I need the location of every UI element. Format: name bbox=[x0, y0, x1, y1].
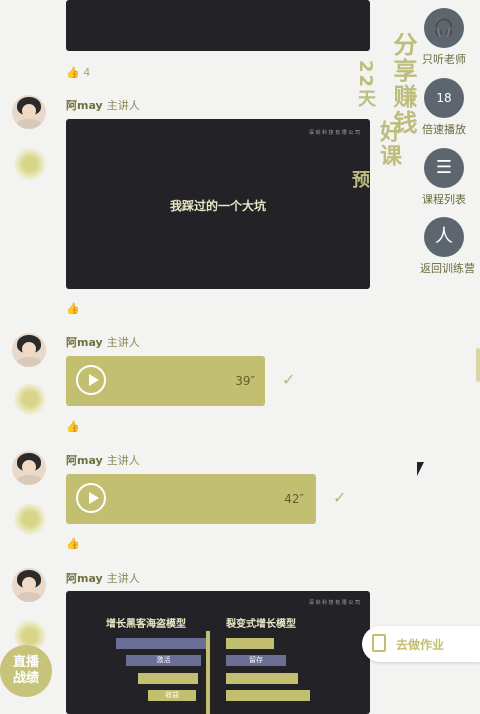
avatar-decoration bbox=[14, 148, 46, 180]
top-image-card[interactable] bbox=[66, 0, 370, 51]
calendar-speed-icon: 18 bbox=[424, 78, 464, 118]
avatar-decoration bbox=[14, 503, 46, 535]
audio-duration: 42″ bbox=[284, 492, 304, 506]
funnel-left-step bbox=[138, 673, 198, 684]
course-list-button[interactable]: ☰ 课程列表 bbox=[420, 148, 468, 207]
promo-overlay-text: 22天 bbox=[355, 60, 376, 110]
played-check-icon: ✓ bbox=[333, 488, 347, 507]
speaker-name: 阿may 主讲人 bbox=[66, 454, 140, 467]
like-row-3[interactable]: 👍 bbox=[66, 420, 80, 433]
funnel-right-title: 裂变式增长模型 bbox=[226, 619, 296, 630]
speaker-name: 阿may 主讲人 bbox=[66, 336, 140, 349]
funnel-right-step bbox=[226, 638, 274, 649]
avatar[interactable] bbox=[12, 568, 46, 602]
played-check-icon: ✓ bbox=[282, 370, 296, 389]
playback-speed-button[interactable]: 18 倍速播放 bbox=[420, 78, 468, 137]
like-row-1[interactable]: 👍 4 bbox=[66, 66, 90, 79]
scroll-handle[interactable] bbox=[476, 348, 480, 382]
mouse-cursor-icon bbox=[417, 462, 424, 476]
return-camp-button[interactable]: 人 返回训练营 bbox=[420, 217, 475, 276]
thumb-up-icon: 👍 bbox=[66, 537, 80, 550]
card-brand: 深 圳 科 技 有 限 公 司 bbox=[308, 600, 360, 606]
headphones-icon: 🎧 bbox=[424, 8, 464, 48]
funnel-right-step bbox=[226, 690, 310, 701]
promo-overlay-text: 预 bbox=[349, 170, 370, 190]
play-icon[interactable] bbox=[76, 365, 106, 395]
do-homework-button[interactable]: 去做作业 bbox=[362, 626, 480, 662]
funnel-right-step: 留存 bbox=[226, 655, 286, 666]
funnel-left-title: 增长黑客海盗模型 bbox=[106, 619, 186, 630]
avatar[interactable] bbox=[12, 451, 46, 485]
funnel-left-step bbox=[116, 638, 206, 649]
list-icon: ☰ bbox=[424, 148, 464, 188]
avatar-decoration bbox=[14, 383, 46, 415]
image-message-card[interactable]: 深 圳 科 技 有 限 公 司 增长黑客海盗模型 裂变式增长模型 激活 收益 留… bbox=[66, 591, 370, 714]
audio-duration: 39″ bbox=[235, 374, 255, 388]
like-row-2[interactable]: 👍 bbox=[66, 302, 80, 315]
avatar[interactable] bbox=[12, 333, 46, 367]
return-camp-icon: 人 bbox=[424, 217, 464, 257]
card-title: 我踩过的一个大坑 bbox=[169, 199, 266, 213]
listen-teacher-only-button[interactable]: 🎧 只听老师 bbox=[420, 8, 468, 67]
image-message-card[interactable]: 深 圳 科 技 有 限 公 司 我踩过的一个大坑 bbox=[66, 119, 370, 289]
audio-message[interactable]: 42″ bbox=[66, 474, 316, 524]
funnel-left-step: 激活 bbox=[126, 655, 201, 666]
thumb-up-icon: 👍 bbox=[66, 66, 80, 79]
like-row-4[interactable]: 👍 bbox=[66, 537, 80, 550]
funnel-right-step bbox=[226, 673, 298, 684]
funnel-left-step: 收益 bbox=[148, 690, 196, 701]
like-count: 4 bbox=[83, 66, 91, 79]
play-icon[interactable] bbox=[76, 483, 106, 513]
promo-overlay-text: 好课 bbox=[376, 120, 401, 168]
audio-message[interactable]: 39″ bbox=[66, 356, 265, 406]
speaker-name: 阿may 主讲人 bbox=[66, 572, 140, 585]
thumb-up-icon: 👍 bbox=[66, 302, 80, 315]
clipboard-icon bbox=[372, 634, 386, 652]
card-brand: 深 圳 科 技 有 限 公 司 bbox=[308, 130, 360, 136]
speaker-name: 阿may 主讲人 bbox=[66, 99, 140, 112]
funnel-divider bbox=[206, 631, 210, 714]
live-record-badge[interactable]: 直播 战绩 bbox=[0, 645, 52, 697]
avatar[interactable] bbox=[12, 95, 46, 129]
thumb-up-icon: 👍 bbox=[66, 420, 80, 433]
